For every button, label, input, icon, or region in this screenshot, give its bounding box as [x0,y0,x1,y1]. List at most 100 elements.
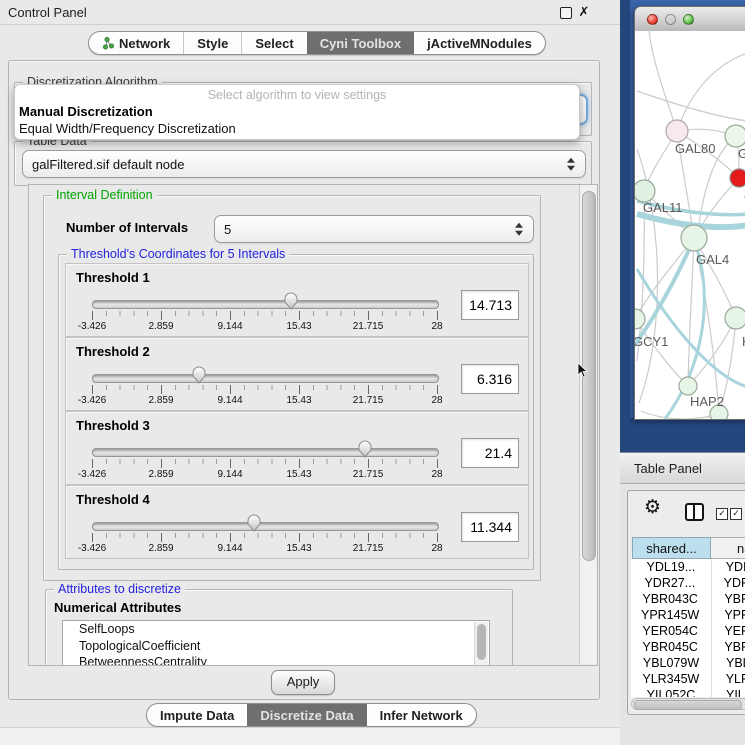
table-panel-titlebar[interactable]: Table Panel [620,452,745,484]
table-row[interactable]: YER054CYER0 [631,623,745,639]
svg-text:GAL11: GAL11 [643,200,683,215]
slider-thumb[interactable] [283,291,299,311]
window-titlebar[interactable] [635,7,745,32]
tick-label: 2.859 [148,469,173,480]
tab-network[interactable]: Network [89,32,183,54]
column-divider [711,559,712,697]
table-data-combobox[interactable]: galFiltered.sif default node [22,150,586,178]
checkbox-icon[interactable]: ✓ [716,508,728,520]
list-item[interactable]: TopologicalCoefficient [63,638,489,655]
tick-label: 28 [431,543,442,554]
desktop-shadow-bottom [630,418,745,452]
table-row[interactable]: YBR045CYBR0 [631,639,745,655]
tab-jactivemnodules[interactable]: jActiveMNodules [414,32,545,54]
tick-label: -3.426 [78,321,106,332]
tick-label: 21.715 [353,543,384,554]
tick-label: 2.859 [148,321,173,332]
svg-text:GAL80: GAL80 [675,141,715,156]
group-interval-definition: Interval Definition Number of Intervals … [43,195,541,581]
network-node-gcy1[interactable] [635,309,645,329]
apply-button[interactable]: Apply [271,670,335,695]
tab-discretize-data[interactable]: Discretize Data [247,704,366,726]
table-row[interactable]: YPR145WYPR1 [631,607,745,623]
table-row[interactable]: YBL079WYBL0 [631,655,745,671]
slider-threshold-3[interactable]: -3.426 2.859 9.144 15.43 21.715 28 [92,412,437,484]
network-node-selected-red[interactable] [730,169,745,187]
gear-icon[interactable]: ⚙ [644,498,661,517]
slider-thumb[interactable] [357,439,373,459]
dropdown-option-equal-width[interactable]: Equal Width/Frequency Discretization [19,121,236,136]
desktop-shadow [620,0,630,452]
threshold-panel-1: Threshold 1 -3.426 2.859 9.144 15.43 21.… [65,263,529,337]
horizontal-scrollbar[interactable] [631,698,745,710]
network-graph: GAL80 GA C GAL11 GAL4 GCY1 H HAP2 [635,31,745,419]
network-view-window[interactable]: GAL80 GA C GAL11 GAL4 GCY1 H HAP2 [634,6,745,420]
tick-label: 28 [431,321,442,332]
vertical-scrollbar[interactable] [579,185,597,664]
table-row[interactable]: YIL052CYIL0 [631,687,745,697]
close-icon[interactable]: ✗ [577,4,591,20]
checkbox-icon[interactable]: ✓ [730,508,742,520]
table-row[interactable]: YDR27...YDR2 [631,575,745,591]
combo-arrows-icon [567,158,576,171]
split-view-icon[interactable] [685,503,704,521]
dropdown-placeholder: Select algorithm to view settings [15,88,579,102]
list-scrollbar[interactable] [474,622,488,666]
zoom-button[interactable] [683,14,694,25]
column-header-name[interactable]: na [711,537,745,559]
list-item[interactable]: BetweennessCentrality [63,654,489,666]
float-window-icon[interactable] [560,7,572,19]
table-row[interactable]: YDL19...YDL1 [631,559,745,575]
tab-cyni-toolbox[interactable]: Cyni Toolbox [307,32,414,54]
slider-ticks [92,459,438,464]
threshold-value-field[interactable]: 14.713 [461,290,519,320]
tick-label: 2.859 [148,543,173,554]
threshold-value-field[interactable]: 6.316 [461,364,519,394]
control-panel-tabs: Network Style Select Cyni Toolbox jActiv… [88,31,546,55]
network-node-gal80[interactable] [666,120,688,142]
slider-threshold-1[interactable]: -3.426 2.859 9.144 15.43 21.715 28 [92,264,437,336]
threshold-value-field[interactable]: 11.344 [461,512,519,542]
tick-label: 15.43 [286,543,311,554]
slider-track[interactable] [92,374,439,383]
slider-threshold-4[interactable]: -3.426 2.859 9.144 15.43 21.715 28 [92,486,437,558]
combo-arrows-icon [515,223,524,236]
settings-scroll-area: Interval Definition Number of Intervals … [28,184,598,666]
network-node-h[interactable] [725,307,745,329]
attributes-list[interactable]: SelfLoops TopologicalCoefficient Between… [62,620,490,666]
scrollbar-thumb[interactable] [634,700,742,710]
list-item[interactable]: SelfLoops [63,621,489,638]
close-button[interactable] [647,14,658,25]
tab-impute-data[interactable]: Impute Data [147,704,247,726]
tab-infer-network[interactable]: Infer Network [367,704,476,726]
slider-track[interactable] [92,448,439,457]
slider-ticks [92,311,438,316]
network-node-gal4[interactable] [681,225,707,251]
table-row[interactable]: YBR043CYBR0 [631,591,745,607]
scrollbar-thumb[interactable] [477,624,486,660]
tab-select[interactable]: Select [241,32,306,54]
network-node-ga[interactable] [725,125,745,147]
table-row[interactable]: YLR345WYLR3 [631,671,745,687]
tick-label: 28 [431,469,442,480]
number-of-intervals-combobox[interactable]: 5 [214,215,534,243]
slider-track[interactable] [92,300,439,309]
minimize-button[interactable] [665,14,676,25]
tick-label: 9.144 [217,543,242,554]
network-node-hap2[interactable] [679,377,697,395]
threshold-value-field[interactable]: 21.4 [461,438,519,468]
tick-label: 15.43 [286,469,311,480]
tab-style[interactable]: Style [183,32,241,54]
column-header-shared-name[interactable]: shared... [632,537,711,559]
network-canvas[interactable]: GAL80 GA C GAL11 GAL4 GCY1 H HAP2 [635,31,745,419]
slider-threshold-2[interactable]: -3.426 2.859 9.144 15.43 21.715 28 [92,338,437,410]
control-panel-titlebar[interactable]: Control Panel ✗ [0,0,620,25]
tick-label: 21.715 [353,395,384,406]
svg-text:GAL4: GAL4 [696,252,729,267]
network-node-gal11[interactable] [635,180,655,202]
slider-track[interactable] [92,522,439,531]
svg-text:HAP2: HAP2 [690,394,724,409]
slider-thumb[interactable] [191,365,207,385]
slider-thumb[interactable] [246,513,262,533]
dropdown-option-manual[interactable]: Manual Discretization [19,104,153,119]
